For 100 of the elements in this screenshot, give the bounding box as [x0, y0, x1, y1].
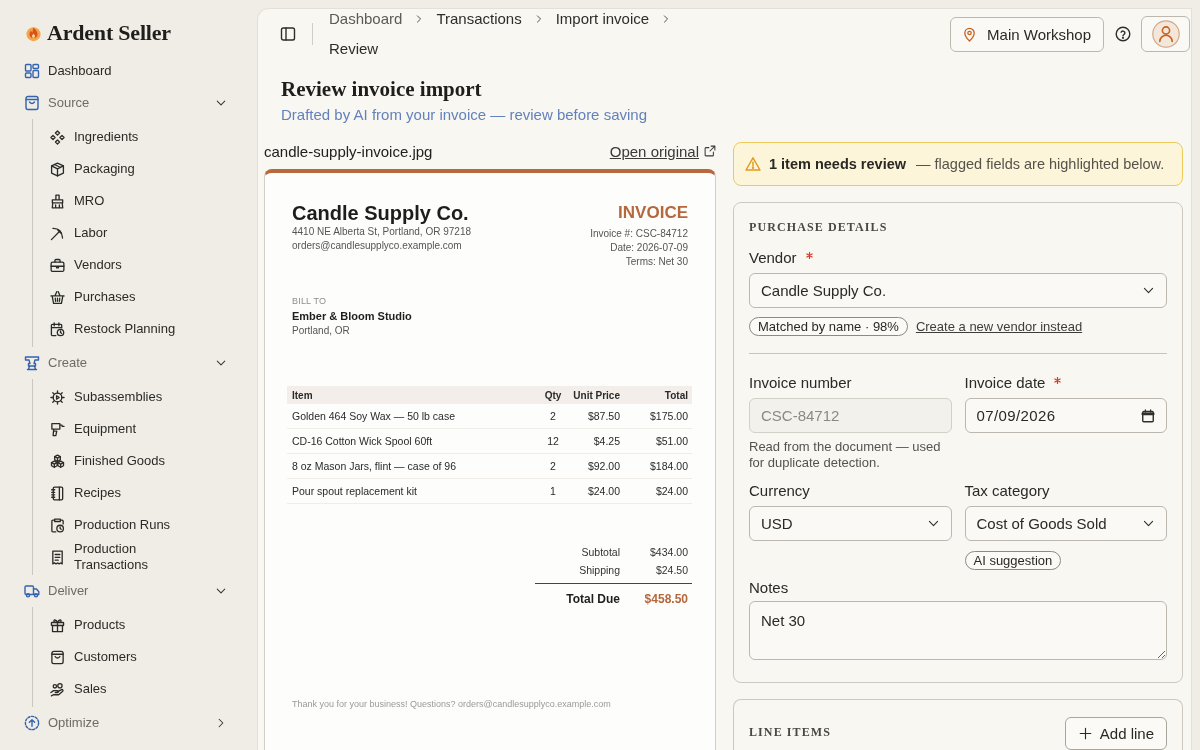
table-cell-text: $92.00 — [586, 460, 621, 472]
alert-headline: 1 item needs review — [769, 156, 906, 172]
invoice-meta: Terms: Net 30 — [624, 255, 688, 269]
table-cell-text: 2 — [549, 460, 557, 472]
nav-section[interactable]: Create — [24, 347, 227, 379]
nav-item[interactable]: Production Runs — [33, 509, 227, 541]
column-header: Item — [291, 389, 314, 401]
page-title: Review invoice import — [281, 76, 482, 102]
nav-item[interactable]: Customers — [33, 641, 227, 673]
calendar-clock-icon — [50, 321, 65, 337]
pickaxe-icon — [50, 225, 65, 241]
gift-icon — [50, 617, 65, 633]
help-icon — [1115, 26, 1131, 42]
open-original-link[interactable]: Open original — [609, 142, 716, 160]
table-cell-text: $175.00 — [649, 410, 689, 422]
nav-item[interactable]: Purchases — [33, 281, 227, 313]
match-badge: Matched by name · 98% — [749, 317, 908, 336]
location-button[interactable]: Main Workshop — [950, 16, 1104, 52]
breadcrumb-link[interactable]: Import invoice — [555, 9, 650, 29]
nav-item[interactable]: Finished Goods — [33, 445, 227, 477]
gear-icon — [50, 389, 65, 405]
diamond-cluster-icon — [50, 129, 65, 145]
dropdown[interactable]: Candle Supply Co. — [749, 273, 1167, 308]
anvil-icon — [24, 355, 40, 371]
basket-icon — [50, 289, 65, 305]
page-subtitle: Drafted by AI from your invoice — review before saving — [281, 105, 647, 125]
text-area[interactable]: Net 30 — [749, 601, 1167, 660]
table-cell-text: $87.50 — [586, 410, 621, 422]
nav-item[interactable]: Labor — [33, 217, 227, 249]
table-cell-text: $4.25 — [592, 435, 621, 447]
bill-to-label: BILL TO — [292, 295, 328, 308]
invoice-vendor-name: Candle Supply Co. — [292, 201, 470, 225]
nav-item[interactable]: Sales — [33, 673, 227, 705]
hand-coins-icon — [50, 681, 65, 697]
table-cell-text: $24.00 — [586, 485, 621, 497]
nav-item[interactable]: Products — [33, 609, 227, 641]
account-button[interactable] — [1141, 16, 1190, 52]
breadcrumb-link[interactable]: Dashboard — [329, 9, 403, 29]
drill-icon — [50, 421, 65, 437]
totals-value: $24.50 — [654, 563, 689, 578]
create-vendor-link[interactable]: Create a new vendor instead — [915, 319, 1083, 334]
warning-icon — [745, 156, 761, 172]
cubes-icon — [50, 453, 65, 469]
totals-label: Subtotal — [580, 545, 621, 560]
date-input[interactable]: 07/09/2026 — [964, 398, 1167, 433]
truck-icon — [24, 583, 40, 599]
sidebar-toggle-button[interactable] — [280, 26, 296, 42]
bill-to-name: Ember & Bloom Studio — [292, 309, 413, 324]
nav-item[interactable]: Equipment — [33, 413, 227, 445]
invoice-address: 4410 NE Alberta St, Portland, OR 97218 — [292, 225, 471, 239]
breadcrumb-link[interactable]: Transactions — [436, 9, 522, 29]
brush-icon — [50, 193, 65, 209]
sidebar-toggle-icon — [280, 26, 296, 42]
table-cell-text: Golden 464 Soy Wax — 50 lb case — [291, 410, 457, 422]
nav-item[interactable]: Ingredients — [33, 121, 227, 153]
bag-icon — [24, 95, 40, 111]
total-due-label: Total Due — [565, 591, 621, 608]
avatar-icon — [1151, 20, 1180, 48]
help-button[interactable] — [1115, 26, 1131, 42]
column-header: Unit Price — [572, 389, 621, 401]
nav-section[interactable]: Optimize — [24, 707, 227, 739]
breadcrumb-current: Review — [329, 39, 379, 59]
plus-icon — [1078, 727, 1092, 740]
field-label: Currency — [749, 481, 810, 501]
field-hint: Read from the document — used for duplicate detection. — [749, 439, 942, 471]
nav-section[interactable]: Source — [24, 87, 227, 119]
nav-item[interactable]: Vendors — [33, 249, 227, 281]
nav-item[interactable]: Packaging — [33, 153, 227, 185]
nav-item[interactable]: Subassemblies — [33, 381, 227, 413]
table-cell-text: 12 — [546, 435, 560, 447]
add-line-button[interactable]: Add line — [1064, 717, 1167, 750]
table-cell-text: Pour spout replacement kit — [291, 485, 418, 497]
table-cell-text: 1 — [549, 485, 557, 497]
briefcase-icon — [50, 257, 65, 273]
table-cell-text: 8 oz Mason Jars, flint — case of 96 — [291, 460, 457, 472]
field-label: Notes — [749, 578, 789, 598]
totals-label: Shipping — [578, 563, 621, 578]
nav-item[interactable]: Restock Planning — [33, 313, 227, 345]
nav-item[interactable]: MRO — [33, 185, 227, 217]
box-icon — [50, 161, 65, 177]
nav-item[interactable]: Recipes — [33, 477, 227, 509]
section-heading: PURCHASE DETAILS — [749, 219, 888, 235]
column-header: Total — [663, 389, 689, 401]
flame-icon — [25, 24, 42, 42]
invoice-meta: Invoice #: CSC-84712 — [590, 227, 688, 241]
bill-to-location: Portland, OR — [292, 324, 351, 338]
dropdown[interactable]: USD — [749, 506, 952, 541]
invoice-footer-note: Thank you for your business! Questions? orders@candlesupplyco.example.com — [292, 698, 611, 711]
nav-section[interactable]: Deliver — [24, 575, 227, 607]
notebook-icon — [50, 485, 65, 501]
nav-item[interactable]: Production Transactions — [33, 541, 227, 573]
dropdown[interactable]: Cost of Goods Sold — [964, 506, 1167, 541]
file-name: candle-supply-invoice.jpg — [264, 142, 433, 160]
receipt-icon — [50, 549, 65, 565]
invoice-title: INVOICE — [617, 202, 688, 224]
clipboard-clock-icon — [50, 517, 65, 533]
nav-item[interactable]: Dashboard — [24, 55, 227, 87]
alert-message: — flagged fields are highlighted below. — [916, 156, 1165, 172]
totals-value: $434.00 — [649, 545, 689, 560]
field-label: Invoice number — [749, 373, 852, 393]
